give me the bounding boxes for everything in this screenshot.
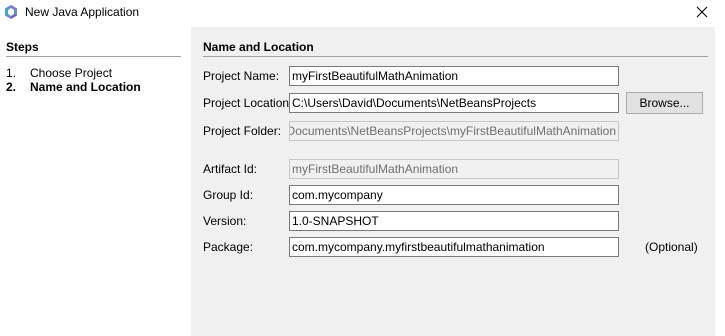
title-bar: New Java Application: [0, 0, 725, 27]
project-folder-value: C:\Users\David\Documents\NetBeansProject…: [290, 124, 616, 138]
right-edge: [715, 27, 725, 336]
project-location-label: Project Location:: [203, 96, 293, 110]
project-folder-field: C:\Users\David\Documents\NetBeansProject…: [289, 121, 619, 141]
name-and-location-panel: Name and Location Project Name: Project …: [191, 27, 715, 336]
close-button[interactable]: [679, 0, 725, 26]
project-folder-label: Project Folder:: [203, 124, 282, 138]
step-label: Name and Location: [30, 80, 141, 94]
package-input[interactable]: [289, 237, 619, 257]
artifact-id-field: myFirstBeautifulMathAnimation: [289, 159, 619, 179]
group-id-input[interactable]: [289, 185, 619, 205]
project-name-input[interactable]: [289, 66, 619, 86]
netbeans-logo-icon: [3, 4, 19, 20]
browse-button[interactable]: Browse...: [626, 92, 703, 114]
package-label: Package:: [203, 240, 254, 254]
artifact-id-label: Artifact Id:: [203, 162, 258, 176]
step-choose-project: 1. Choose Project: [6, 66, 112, 80]
step-number: 1.: [6, 66, 17, 80]
step-name-and-location: 2. Name and Location: [6, 80, 141, 94]
version-label: Version:: [203, 214, 247, 228]
step-label: Choose Project: [30, 66, 113, 80]
panel-heading: Name and Location: [203, 40, 708, 57]
project-location-input[interactable]: [289, 93, 619, 113]
project-name-label: Project Name:: [203, 69, 280, 83]
version-input[interactable]: [289, 211, 619, 231]
step-number: 2.: [6, 80, 17, 94]
optional-hint: (Optional): [645, 240, 698, 254]
new-java-application-dialog: New Java Application Steps 1. Choose Proj…: [0, 0, 725, 336]
group-id-label: Group Id:: [203, 188, 254, 202]
steps-heading: Steps: [6, 40, 181, 57]
window-title: New Java Application: [25, 5, 140, 19]
close-icon: [696, 6, 708, 21]
steps-panel: Steps 1. Choose Project 2. Name and Locati…: [0, 27, 191, 336]
